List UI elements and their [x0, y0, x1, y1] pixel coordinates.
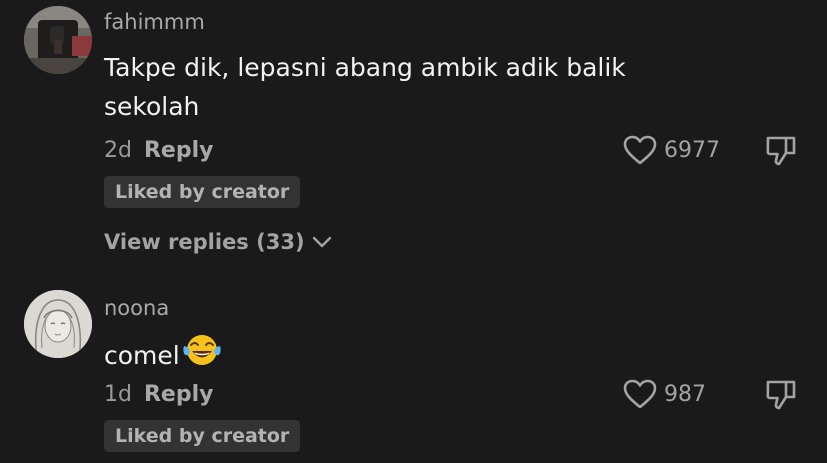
comment-username[interactable]: noona: [104, 296, 169, 320]
avatar[interactable]: [24, 6, 92, 74]
dislike-button[interactable]: [763, 377, 799, 417]
anime-avatar-icon: [24, 290, 92, 358]
comment-text-line-2: sekolah: [104, 92, 200, 121]
heart-icon: [623, 379, 657, 409]
comment-age: 2d: [104, 138, 132, 163]
chevron-down-icon: [312, 236, 331, 248]
comment-text-line-1: Takpe dik, lepasni abang ambik adik bali…: [104, 53, 626, 82]
view-replies-button[interactable]: View replies (33): [104, 230, 333, 254]
avatar-photo-icon: [24, 6, 92, 74]
comment-age: 1d: [104, 382, 132, 407]
comment-text: comel: [104, 332, 222, 377]
like-button[interactable]: 6977: [622, 134, 720, 166]
liked-by-creator-badge: Liked by creator: [104, 420, 301, 452]
thumbs-down-icon: [766, 136, 796, 166]
thumbs-down-icon: [766, 380, 796, 410]
like-button[interactable]: 987: [622, 378, 706, 410]
reply-button[interactable]: Reply: [144, 382, 214, 407]
comment-username[interactable]: fahimmm: [104, 10, 205, 34]
reply-button[interactable]: Reply: [144, 138, 214, 163]
heart-icon: [623, 135, 657, 165]
liked-by-creator-badge: Liked by creator: [104, 176, 301, 208]
avatar[interactable]: [24, 290, 92, 358]
like-count: 6977: [664, 137, 720, 163]
like-count: 987: [664, 381, 706, 407]
comment-meta: 1d Reply: [104, 382, 213, 407]
face-with-tears-of-joy-icon: [183, 335, 221, 365]
dislike-button[interactable]: [763, 133, 799, 173]
comment-text-content: comel: [104, 341, 180, 370]
comment-item: noona comel 1d Reply Liked by creator 987: [0, 282, 827, 463]
comment-item: fahimmm Takpe dik, lepasni abang ambik a…: [0, 0, 827, 270]
comment-meta: 2d Reply: [104, 138, 213, 163]
view-replies-label: View replies (33): [104, 230, 305, 254]
